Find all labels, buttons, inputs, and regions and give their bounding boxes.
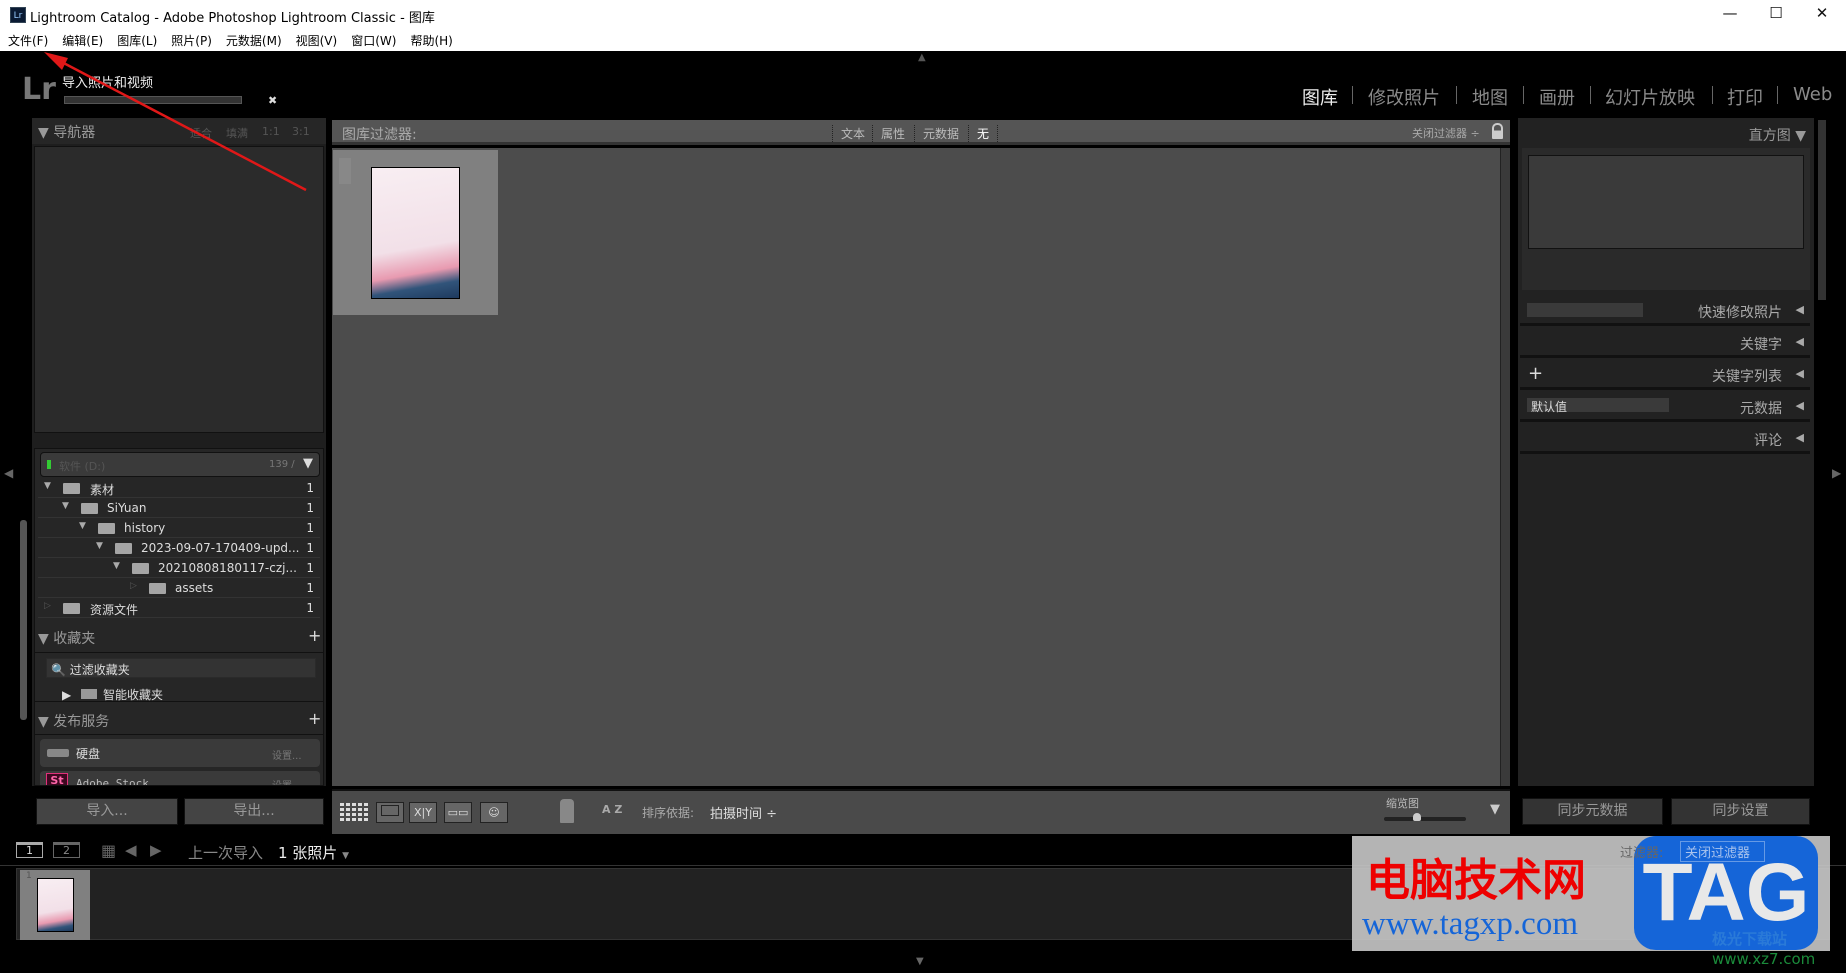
- annotation-arrow: [44, 52, 307, 192]
- filmstrip-filter-dropdown[interactable]: 关闭过滤器: [1680, 841, 1766, 862]
- filmstrip-filter-label: 过滤器:: [1620, 846, 1664, 861]
- watermark-url: www.tagxp.com: [1362, 906, 1578, 942]
- watermark-sub-url: www.xz7.com: [1712, 950, 1816, 968]
- watermark-sub: 极光下载站: [1712, 930, 1788, 948]
- watermark-site: 电脑技术网: [1366, 855, 1586, 906]
